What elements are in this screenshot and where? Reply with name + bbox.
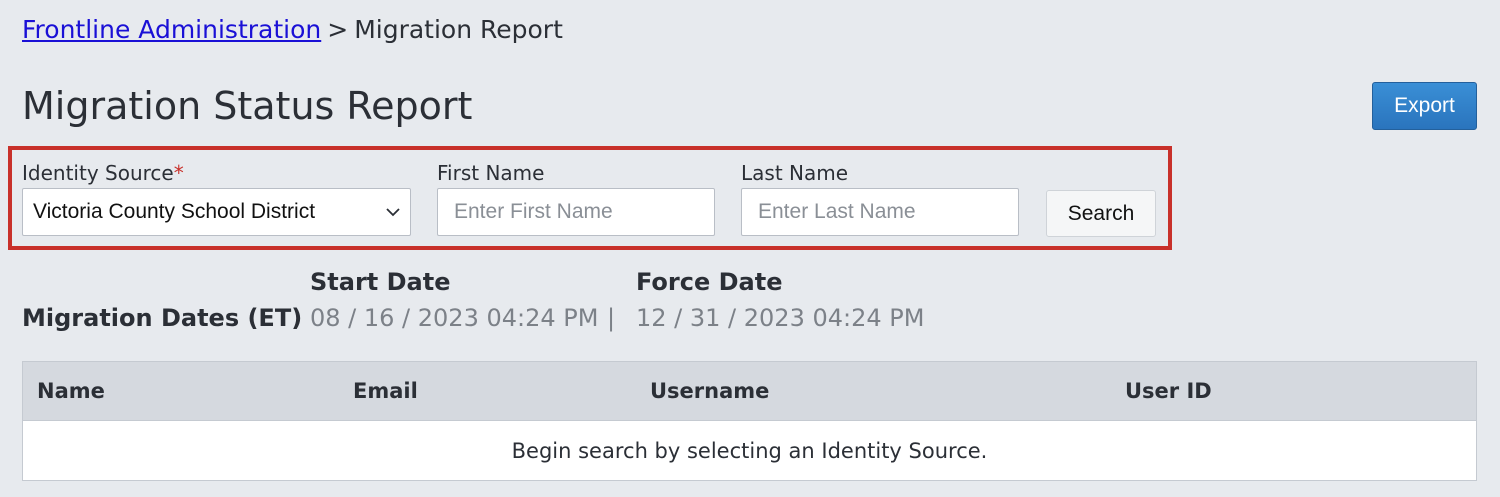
start-date-heading: Start Date	[310, 268, 451, 296]
identity-source-selected-value: Victoria County School District	[33, 200, 316, 223]
force-date-heading: Force Date	[636, 268, 783, 296]
last-name-label: Last Name	[741, 161, 849, 185]
column-header-user-id[interactable]: User ID	[1125, 362, 1212, 420]
first-name-input[interactable]	[437, 188, 715, 236]
search-button[interactable]: Search	[1046, 190, 1156, 237]
breadcrumb-link-frontline-administration[interactable]: Frontline Administration	[22, 15, 321, 44]
breadcrumb-separator: >	[327, 15, 349, 44]
breadcrumb: Frontline Administration > Migration Repor…	[22, 14, 563, 46]
first-name-label: First Name	[437, 161, 545, 185]
identity-source-label: Identity Source*	[22, 160, 184, 186]
date-separator: |	[607, 304, 616, 332]
chevron-down-icon	[386, 208, 400, 217]
column-header-email[interactable]: Email	[353, 362, 418, 420]
column-header-name[interactable]: Name	[37, 362, 105, 420]
export-button[interactable]: Export	[1372, 82, 1477, 130]
identity-source-label-text: Identity Source	[22, 161, 174, 185]
force-date-value: 12 / 31 / 2023 04:24 PM	[636, 304, 925, 332]
start-date-value: 08 / 16 / 2023 04:24 PM	[310, 304, 599, 332]
identity-source-select[interactable]: Victoria County School District	[22, 188, 411, 236]
migration-dates-label: Migration Dates (ET)	[22, 304, 303, 332]
migration-results-table: Name Email Username User ID Begin search…	[22, 361, 1477, 481]
column-header-username[interactable]: Username	[650, 362, 769, 420]
breadcrumb-current: Migration Report	[354, 15, 563, 44]
table-empty-message: Begin search by selecting an Identity So…	[511, 439, 988, 463]
last-name-input[interactable]	[741, 188, 1019, 236]
table-header-row: Name Email Username User ID	[23, 362, 1476, 421]
required-marker: *	[173, 161, 184, 185]
page-title: Migration Status Report	[22, 84, 473, 128]
